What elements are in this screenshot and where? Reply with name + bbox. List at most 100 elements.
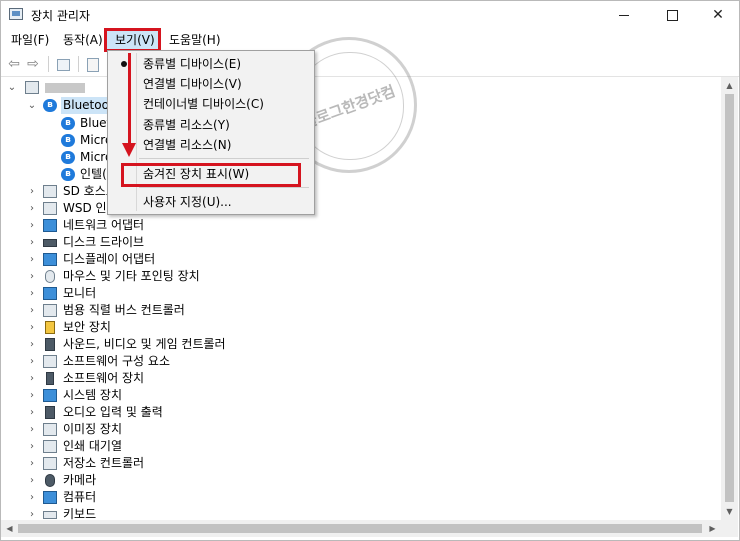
- chevron-right-icon[interactable]: ›: [27, 455, 37, 472]
- chevron-right-icon[interactable]: ›: [27, 285, 37, 302]
- chevron-right-icon[interactable]: ›: [27, 387, 37, 404]
- maximize-button[interactable]: [649, 1, 695, 29]
- chevron-right-icon[interactable]: ›: [27, 251, 37, 268]
- minimize-icon: [619, 14, 629, 16]
- tree-label: 이미징 장치: [63, 422, 123, 436]
- menu-item-devices-by-connection[interactable]: 연결별 디바이스(V): [110, 74, 312, 94]
- tree-label: 인쇄 대기열: [63, 439, 123, 453]
- back-arrow-icon[interactable]: ⇦: [7, 57, 21, 71]
- menu-file[interactable]: 파일(F): [7, 31, 53, 49]
- tree-category[interactable]: › 이미징 장치: [1, 421, 719, 438]
- monitor-icon: [43, 287, 57, 300]
- keyboard-icon: [43, 511, 57, 519]
- chevron-right-icon[interactable]: ›: [27, 506, 37, 520]
- vertical-scroll-thumb[interactable]: [725, 94, 734, 502]
- forward-arrow-icon[interactable]: ⇨: [26, 57, 40, 71]
- tree-category[interactable]: › 디스크 드라이브: [1, 234, 719, 251]
- chevron-right-icon[interactable]: ›: [27, 353, 37, 370]
- network-adapter-icon: [43, 219, 57, 232]
- scroll-left-icon[interactable]: ◀: [1, 520, 18, 537]
- horizontal-scrollbar[interactable]: ◀ ▶: [1, 520, 721, 537]
- tree-category[interactable]: › 카메라: [1, 472, 719, 489]
- sd-host-icon: [43, 185, 57, 198]
- menu-item-label: 연결별 디바이스(V): [143, 77, 242, 91]
- tree-category[interactable]: › 마우스 및 기타 포인팅 장치: [1, 268, 719, 285]
- camera-icon: [45, 474, 55, 487]
- menu-item-label: 사용자 지정(U)...: [143, 195, 232, 209]
- tree-category[interactable]: › 네트워크 어댑터: [1, 217, 719, 234]
- minimize-button[interactable]: [601, 1, 647, 29]
- chevron-right-icon[interactable]: ›: [27, 234, 37, 251]
- chevron-right-icon[interactable]: ›: [27, 472, 37, 489]
- vertical-scrollbar[interactable]: ▲ ▼: [721, 77, 738, 520]
- tree-category[interactable]: › 시스템 장치: [1, 387, 719, 404]
- scroll-down-icon[interactable]: ▼: [721, 503, 738, 520]
- tree-category[interactable]: › 보안 장치: [1, 319, 719, 336]
- chevron-right-icon[interactable]: ›: [27, 200, 37, 217]
- speaker-icon: [45, 338, 55, 351]
- chevron-right-icon[interactable]: ›: [27, 268, 37, 285]
- tree-label: 인텔(: [80, 167, 107, 181]
- chevron-right-icon[interactable]: ›: [27, 438, 37, 455]
- title-bar: 장치 관리자 ✕: [1, 1, 739, 29]
- chevron-down-icon[interactable]: ⌄: [27, 97, 37, 114]
- tree-category[interactable]: › 모니터: [1, 285, 719, 302]
- chevron-right-icon[interactable]: ›: [27, 370, 37, 387]
- usb-controller-icon: [43, 304, 57, 317]
- bluetooth-icon: ʙ: [61, 134, 75, 147]
- close-button[interactable]: ✕: [695, 1, 739, 29]
- chevron-right-icon[interactable]: ›: [27, 302, 37, 319]
- print-queue-icon: [43, 440, 57, 453]
- tree-label: 디스플레이 어댑터: [63, 252, 156, 266]
- menu-item-resources-by-type[interactable]: 종류별 리소스(Y): [110, 115, 312, 135]
- chevron-down-icon[interactable]: ⌄: [7, 79, 17, 96]
- menu-item-label: 종류별 디바이스(E): [143, 57, 242, 71]
- tree-label: 키보드: [63, 507, 97, 520]
- menu-help[interactable]: 도움말(H): [165, 31, 225, 49]
- scroll-up-icon[interactable]: ▲: [721, 77, 738, 94]
- tree-label: 오디오 입력 및 출력: [63, 405, 163, 419]
- tree-label: 저장소 컨트롤러: [63, 456, 145, 470]
- scroll-right-icon[interactable]: ▶: [704, 520, 721, 537]
- tree-category[interactable]: › 컴퓨터: [1, 489, 719, 506]
- tree-category[interactable]: › 디스플레이 어댑터: [1, 251, 719, 268]
- tree-category[interactable]: › 인쇄 대기열: [1, 438, 719, 455]
- chevron-right-icon[interactable]: ›: [27, 421, 37, 438]
- printer-icon: [43, 202, 57, 215]
- red-arrow-shaft: [128, 53, 131, 145]
- computer-name-redacted: [45, 83, 85, 93]
- menu-view-highlight: [104, 28, 161, 52]
- chevron-right-icon[interactable]: ›: [27, 489, 37, 506]
- menu-action[interactable]: 동작(A): [59, 31, 107, 49]
- toolbar-separator: [78, 56, 79, 72]
- tree-label: 컴퓨터: [63, 490, 97, 504]
- menu-item-customize[interactable]: 사용자 지정(U)...: [110, 192, 312, 212]
- storage-controller-icon: [43, 457, 57, 470]
- scrollbar-corner: [721, 520, 738, 537]
- tree-category[interactable]: › 오디오 입력 및 출력: [1, 404, 719, 421]
- show-hidden-highlight: [121, 163, 301, 187]
- chevron-right-icon[interactable]: ›: [27, 183, 37, 200]
- tree-category[interactable]: › 소프트웨어 장치: [1, 370, 719, 387]
- tree-category[interactable]: › 소프트웨어 구성 요소: [1, 353, 719, 370]
- disk-drive-icon: [43, 239, 57, 247]
- tree-category[interactable]: › 키보드: [1, 506, 719, 520]
- menu-separator: [139, 187, 309, 188]
- horizontal-scroll-thumb[interactable]: [18, 524, 702, 533]
- tree-category[interactable]: › 저장소 컨트롤러: [1, 455, 719, 472]
- menu-item-devices-by-container[interactable]: 컨테이너별 디바이스(C): [110, 94, 312, 114]
- menu-item-resources-by-connection[interactable]: 연결별 리소스(N): [110, 135, 312, 155]
- document-icon[interactable]: [87, 58, 99, 72]
- tree-label: 보안 장치: [63, 320, 111, 334]
- chevron-right-icon[interactable]: ›: [27, 217, 37, 234]
- device-manager-icon: [9, 8, 23, 20]
- tree-category[interactable]: › 범용 직렬 버스 컨트롤러: [1, 302, 719, 319]
- red-arrow-head-icon: [122, 143, 136, 157]
- tree-category[interactable]: › 사운드, 비디오 및 게임 컨트롤러: [1, 336, 719, 353]
- chevron-right-icon[interactable]: ›: [27, 404, 37, 421]
- properties-icon[interactable]: [57, 59, 70, 71]
- chevron-right-icon[interactable]: ›: [27, 336, 37, 353]
- mouse-icon: [45, 270, 55, 283]
- menu-item-devices-by-type[interactable]: 종류별 디바이스(E): [110, 54, 312, 74]
- chevron-right-icon[interactable]: ›: [27, 319, 37, 336]
